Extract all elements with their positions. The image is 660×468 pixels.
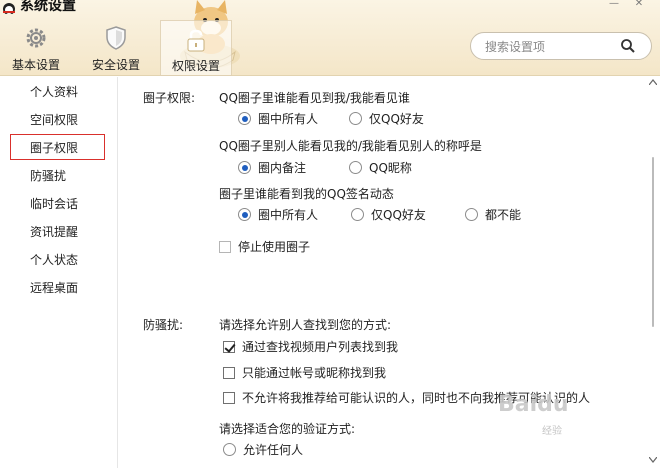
section-label-harass: 防骚扰: (143, 318, 184, 332)
search-input[interactable] (485, 39, 615, 55)
sidebar-item-space-permission[interactable]: 空间权限 (0, 107, 118, 133)
radio-qq-nickname[interactable]: QQ昵称 (349, 160, 412, 176)
sidebar-item-anti-harassment[interactable]: 防骚扰 (0, 163, 118, 189)
gear-icon (26, 28, 46, 48)
sidebar-item-circle-permission[interactable]: 圈子权限 (10, 134, 105, 160)
checkbox-find-by-account-only[interactable]: 只能通过帐号或昵称找到我 (223, 365, 386, 381)
scrollbar[interactable] (645, 77, 660, 468)
search-box[interactable] (470, 32, 652, 60)
question-circle-name: QQ圈子里别人能看见我的/我能看见别人的称呼是 (219, 139, 482, 153)
checkbox-indicator[interactable] (223, 391, 235, 404)
toolbar-basic-settings[interactable]: 基本设置 (2, 24, 70, 74)
sidebar-item-remote-desktop[interactable]: 远程桌面 (0, 275, 118, 301)
checkbox-find-by-video-list[interactable]: 通过查找视频用户列表找到我 (223, 339, 398, 355)
radio-circle-remark[interactable]: 圈内备注 (238, 160, 306, 176)
radio-indicator[interactable] (238, 112, 251, 125)
radio-indicator[interactable] (238, 208, 251, 221)
sidebar-item-temp-session[interactable]: 临时会话 (0, 191, 118, 217)
qq-penguin-icon (3, 3, 15, 14)
radio-circle-friends[interactable]: 仅QQ好友 (349, 111, 424, 127)
checkbox-indicator[interactable] (223, 340, 235, 353)
toolbar-permission-settings[interactable]: 权限设置 (160, 20, 232, 76)
radio-indicator[interactable] (223, 443, 236, 456)
toolbar-label: 基本设置 (11, 58, 60, 72)
question-signature: 圈子里谁能看到我的QQ签名动态 (219, 187, 394, 201)
question-find-me: 请选择允许别人查找到您的方式: (219, 318, 392, 332)
lock-icon (187, 29, 205, 52)
close-icon[interactable]: ✕ (630, 0, 648, 10)
radio-allow-anyone[interactable]: 允许任何人 (223, 442, 303, 458)
sidebar: 个人资料 空间权限 圈子权限 防骚扰 临时会话 资讯提醒 个人状态 远程桌面 (0, 77, 118, 468)
radio-signature-friends[interactable]: 仅QQ好友 (351, 207, 426, 223)
scroll-down-icon[interactable] (649, 457, 657, 463)
baidu-watermark-sub: 经验 (542, 426, 562, 437)
radio-indicator[interactable] (465, 208, 478, 221)
section-label-circle: 圈子权限: (143, 91, 196, 105)
toolbar-label: 安全设置 (91, 58, 140, 72)
radio-indicator[interactable] (349, 161, 362, 174)
scroll-thumb[interactable] (652, 157, 654, 327)
radio-circle-all[interactable]: 圈中所有人 (238, 111, 318, 127)
radio-signature-all[interactable]: 圈中所有人 (238, 207, 318, 223)
minimize-icon[interactable]: — (605, 0, 623, 10)
sidebar-item-news-reminder[interactable]: 资讯提醒 (0, 219, 118, 245)
checkbox-indicator[interactable] (223, 366, 235, 379)
question-circle-visibility: QQ圈子里谁能看见到我/我能看见谁 (219, 91, 410, 105)
baidu-watermark: Baidu (498, 392, 569, 417)
title-bar: 系统设置 — ✕ 基本设置 安全设置 权限设置 (0, 0, 660, 76)
checkbox-indicator[interactable] (219, 240, 231, 253)
radio-indicator[interactable] (349, 112, 362, 125)
sidebar-item-profile[interactable]: 个人资料 (0, 79, 118, 105)
toolbar-security-settings[interactable]: 安全设置 (82, 24, 150, 74)
checkbox-stop-circle[interactable]: 停止使用圈子 (219, 239, 310, 255)
radio-indicator[interactable] (238, 161, 251, 174)
search-icon[interactable] (620, 38, 636, 54)
shield-icon (106, 26, 126, 50)
toolbar-label: 权限设置 (171, 59, 220, 73)
window-title: 系统设置 (20, 0, 76, 14)
sidebar-item-personal-status[interactable]: 个人状态 (0, 247, 118, 273)
radio-signature-none[interactable]: 都不能 (465, 207, 521, 223)
question-verify-method: 请选择适合您的验证方式: (219, 422, 356, 436)
scroll-up-icon[interactable] (649, 79, 657, 85)
radio-indicator[interactable] (351, 208, 364, 221)
